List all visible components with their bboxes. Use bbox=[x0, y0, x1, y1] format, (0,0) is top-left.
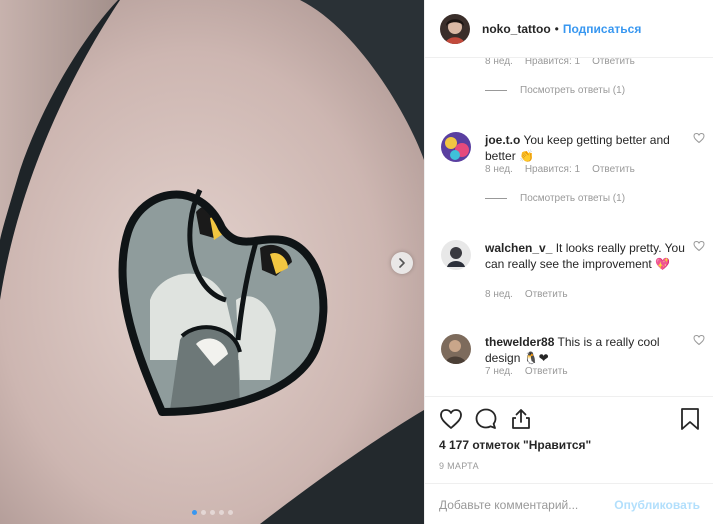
comment-time: 8 нед. bbox=[485, 164, 513, 175]
like-comment-heart-icon[interactable] bbox=[693, 240, 705, 252]
post-actions: 4 177 отметок "Нравится" 9 МАРТА Опублик… bbox=[425, 396, 713, 524]
comment-text: thewelder88 This is a really cool design… bbox=[485, 334, 685, 366]
header-separator: • bbox=[554, 21, 559, 36]
commenter-avatar[interactable] bbox=[441, 334, 471, 364]
commenter-avatar[interactable] bbox=[441, 132, 471, 162]
view-replies-label: Посмотреть ответы (1) bbox=[520, 85, 626, 96]
reply-button[interactable]: Ответить bbox=[592, 58, 635, 67]
instagram-post: noko_tattoo • Подписаться 8 нед. Нравитс… bbox=[0, 0, 713, 524]
view-replies-button[interactable]: Посмотреть ответы (1) bbox=[485, 85, 625, 96]
comment-text: joe.t.o You keep getting better and bett… bbox=[485, 132, 685, 164]
chevron-right-icon bbox=[399, 258, 405, 268]
commenter-username[interactable]: walchen_v_ bbox=[485, 241, 552, 255]
view-replies-label: Посмотреть ответы (1) bbox=[520, 193, 626, 204]
carousel-dot bbox=[227, 510, 233, 515]
replies-divider bbox=[485, 198, 507, 199]
publish-button[interactable]: Опубликовать bbox=[614, 498, 700, 512]
comment-input[interactable] bbox=[439, 497, 615, 512]
commenter-avatar[interactable] bbox=[441, 240, 471, 270]
commenter-avatar-image bbox=[441, 240, 471, 270]
carousel-dot bbox=[191, 510, 197, 515]
bookmark-icon[interactable] bbox=[679, 407, 701, 431]
replies-divider bbox=[485, 90, 507, 91]
comment-meta: 8 нед. Ответить bbox=[485, 289, 568, 300]
follow-button[interactable]: Подписаться bbox=[563, 22, 641, 36]
likes-count[interactable]: 4 177 отметок "Нравится" bbox=[439, 438, 591, 452]
comment-meta: 8 нед. Нравится: 1 Ответить bbox=[485, 58, 635, 67]
comment-meta: 7 нед. Ответить bbox=[485, 366, 568, 377]
action-icons bbox=[439, 407, 533, 431]
like-comment-heart-icon[interactable] bbox=[693, 334, 705, 346]
comment-time: 8 нед. bbox=[485, 289, 513, 300]
comment-likes[interactable]: Нравится: 1 bbox=[525, 58, 580, 67]
carousel-indicator bbox=[0, 510, 424, 515]
carousel-dot bbox=[200, 510, 206, 515]
reply-button[interactable]: Ответить bbox=[592, 164, 635, 175]
author-avatar-image bbox=[440, 13, 470, 44]
reply-button[interactable]: Ответить bbox=[525, 289, 568, 300]
like-comment-heart-icon[interactable] bbox=[693, 132, 705, 144]
commenter-username[interactable]: thewelder88 bbox=[485, 335, 554, 349]
carousel-dot bbox=[218, 510, 224, 515]
post-date: 9 МАРТА bbox=[439, 461, 479, 471]
tattoo-photo bbox=[0, 0, 424, 524]
share-icon[interactable] bbox=[509, 407, 533, 431]
comment-meta: 8 нед. Нравится: 1 Ответить bbox=[485, 164, 635, 175]
comment-time: 7 нед. bbox=[485, 366, 513, 377]
commenter-username[interactable]: joe.t.o bbox=[485, 133, 520, 147]
author-avatar[interactable] bbox=[440, 13, 470, 44]
reply-button[interactable]: Ответить bbox=[525, 366, 568, 377]
view-replies-button[interactable]: Посмотреть ответы (1) bbox=[485, 193, 625, 204]
comment-icon[interactable] bbox=[474, 407, 498, 431]
post-sidebar: noko_tattoo • Подписаться 8 нед. Нравитс… bbox=[424, 0, 713, 524]
comment-time: 8 нед. bbox=[485, 58, 513, 67]
comment-likes[interactable]: Нравится: 1 bbox=[525, 164, 580, 175]
next-photo-button[interactable] bbox=[391, 252, 413, 274]
comments-list[interactable]: 8 нед. Нравится: 1 Ответить Посмотреть о… bbox=[425, 58, 713, 396]
commenter-avatar-image bbox=[441, 334, 471, 364]
post-media[interactable] bbox=[0, 0, 424, 524]
post-header: noko_tattoo • Подписаться bbox=[425, 0, 713, 58]
comment-text: walchen_v_ It looks really pretty. You c… bbox=[485, 240, 685, 272]
carousel-dot bbox=[209, 510, 215, 515]
add-comment-form: Опубликовать bbox=[425, 483, 713, 524]
author-username[interactable]: noko_tattoo bbox=[482, 22, 551, 36]
commenter-avatar-image bbox=[441, 132, 471, 162]
heart-icon[interactable] bbox=[439, 407, 463, 431]
